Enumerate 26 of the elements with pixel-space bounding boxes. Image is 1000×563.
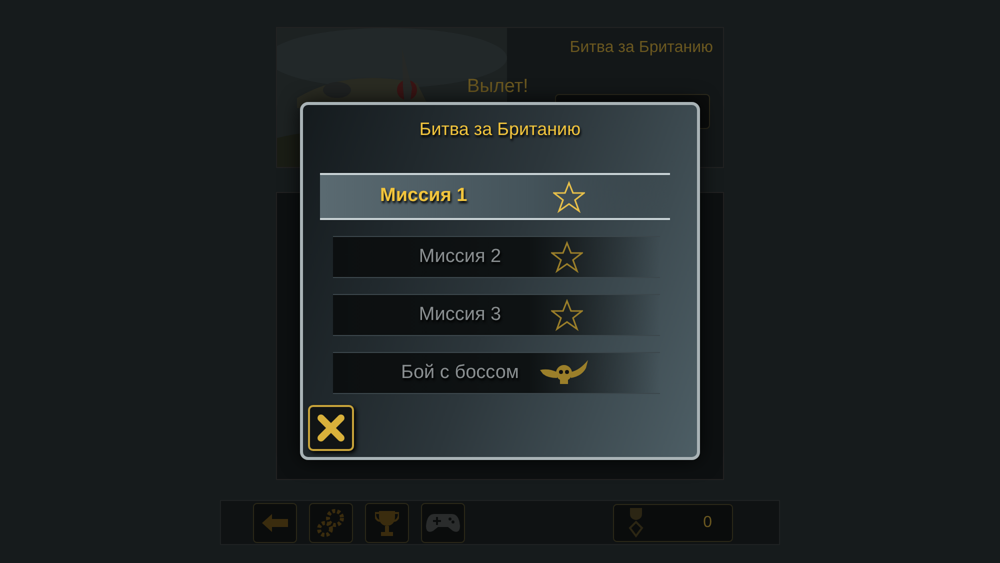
back-button[interactable] <box>253 502 297 542</box>
star-icon <box>553 180 585 212</box>
launch-label: Вылет! <box>467 75 528 99</box>
mission-label: Миссия 2 <box>418 244 502 269</box>
arrow-left-icon <box>262 514 288 532</box>
mission-item[interactable]: Миссия 1 <box>320 173 670 220</box>
gamepad-icon <box>426 512 460 534</box>
campaign-title: Битва за Британию <box>570 38 713 58</box>
close-icon <box>317 414 345 442</box>
mission-item[interactable]: Бой с боссом <box>333 352 660 394</box>
mission-label: Миссия 3 <box>418 302 502 327</box>
close-button[interactable] <box>308 405 354 451</box>
gears-icon <box>317 508 345 536</box>
settings-button[interactable] <box>309 502 353 542</box>
mission-label: Бой с боссом <box>400 360 520 385</box>
trophy-icon <box>375 508 399 536</box>
score-value: 0 <box>703 512 713 532</box>
star-icon <box>551 299 583 331</box>
mission-item[interactable]: Миссия 3 <box>333 294 660 336</box>
gamepad-button[interactable] <box>421 502 465 542</box>
mission-item[interactable]: Миссия 2 <box>333 236 660 278</box>
medal-icon <box>626 508 646 538</box>
mission-label: Миссия 1 <box>380 184 468 208</box>
dialog-title: Битва за Британию <box>418 118 582 141</box>
trophy-button[interactable] <box>365 502 409 542</box>
star-icon <box>551 241 583 273</box>
